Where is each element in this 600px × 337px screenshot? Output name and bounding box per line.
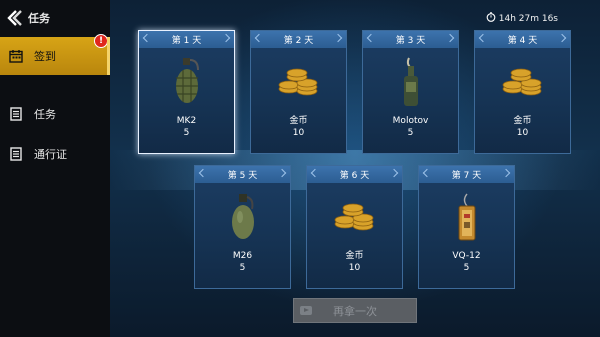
reward-name: M26 <box>232 251 253 261</box>
day-label: 第 6 天 <box>307 166 402 183</box>
top-bar: 任务 <box>0 0 110 36</box>
list-icon <box>8 146 24 162</box>
vq12-tag-icon <box>419 183 514 251</box>
sidebar-item-label: 通行证 <box>34 148 67 161</box>
countdown-timer: 14h 27m 16s <box>486 12 558 25</box>
alert-badge: ! <box>94 34 108 48</box>
day-label: 第 7 天 <box>419 166 514 183</box>
reward-name: Molotov <box>392 116 429 126</box>
reward-name: MK2 <box>176 116 197 126</box>
reward-qty: 10 <box>516 128 529 138</box>
reward-name: 金币 <box>513 116 532 126</box>
reward-qty: 5 <box>183 128 190 138</box>
calendar-icon <box>8 48 24 64</box>
day-card-1[interactable]: 第 1 天 MK2 5 <box>138 30 235 154</box>
reward-qty: 5 <box>407 128 414 138</box>
day-card-7[interactable]: 第 7 天 VQ-12 5 <box>418 165 515 289</box>
reward-name: 金币 <box>345 251 364 261</box>
page-title: 任务 <box>28 12 50 25</box>
claim-again-button[interactable]: 再拿一次 <box>293 298 417 323</box>
day-card-2[interactable]: 第 2 天 金币 10 <box>250 30 347 154</box>
day-label: 第 3 天 <box>363 31 458 48</box>
reward-name: 金币 <box>289 116 308 126</box>
day-card-4[interactable]: 第 4 天 金币 10 <box>474 30 571 154</box>
chevron-left-icon[interactable] <box>6 9 24 27</box>
day-label: 第 1 天 <box>139 31 234 48</box>
video-play-icon <box>300 306 312 315</box>
timer-text: 14h 27m 16s <box>498 13 558 24</box>
day-label: 第 4 天 <box>475 31 570 48</box>
day-card-3[interactable]: 第 3 天 Molotov 5 <box>362 30 459 154</box>
sidebar-item-label: 任务 <box>34 108 56 121</box>
gold-coins-icon <box>475 48 570 116</box>
sidebar-item-pass[interactable]: 通行证 <box>0 135 110 173</box>
gold-coins-icon <box>251 48 346 116</box>
checkin-panel: 14h 27m 16s 第 1 天 MK2 5 第 2 天 金币 10 第 3 … <box>110 0 600 337</box>
sidebar-item-tasks[interactable]: 任务 <box>0 95 110 133</box>
day-card-5[interactable]: 第 5 天 M26 5 <box>194 165 291 289</box>
claim-again-label: 再拿一次 <box>333 304 377 318</box>
sidebar-item-label: 签到 <box>34 50 56 63</box>
molotov-icon <box>363 48 458 116</box>
stopwatch-icon <box>486 12 496 25</box>
gold-coins-icon <box>307 183 402 251</box>
day-label: 第 2 天 <box>251 31 346 48</box>
list-icon <box>8 106 24 122</box>
reward-qty: 5 <box>239 263 246 273</box>
reward-name: VQ-12 <box>452 251 481 261</box>
reward-qty: 10 <box>348 263 361 273</box>
sidebar-item-checkin[interactable]: 签到 ! <box>0 34 110 75</box>
day-card-6[interactable]: 第 6 天 金币 10 <box>306 165 403 289</box>
m26-grenade-icon <box>195 183 290 251</box>
frag-grenade-icon <box>139 48 234 116</box>
reward-qty: 5 <box>463 263 470 273</box>
day-label: 第 5 天 <box>195 166 290 183</box>
sidebar: 任务 签到 ! 任务 通行证 <box>0 0 110 337</box>
reward-qty: 10 <box>292 128 305 138</box>
